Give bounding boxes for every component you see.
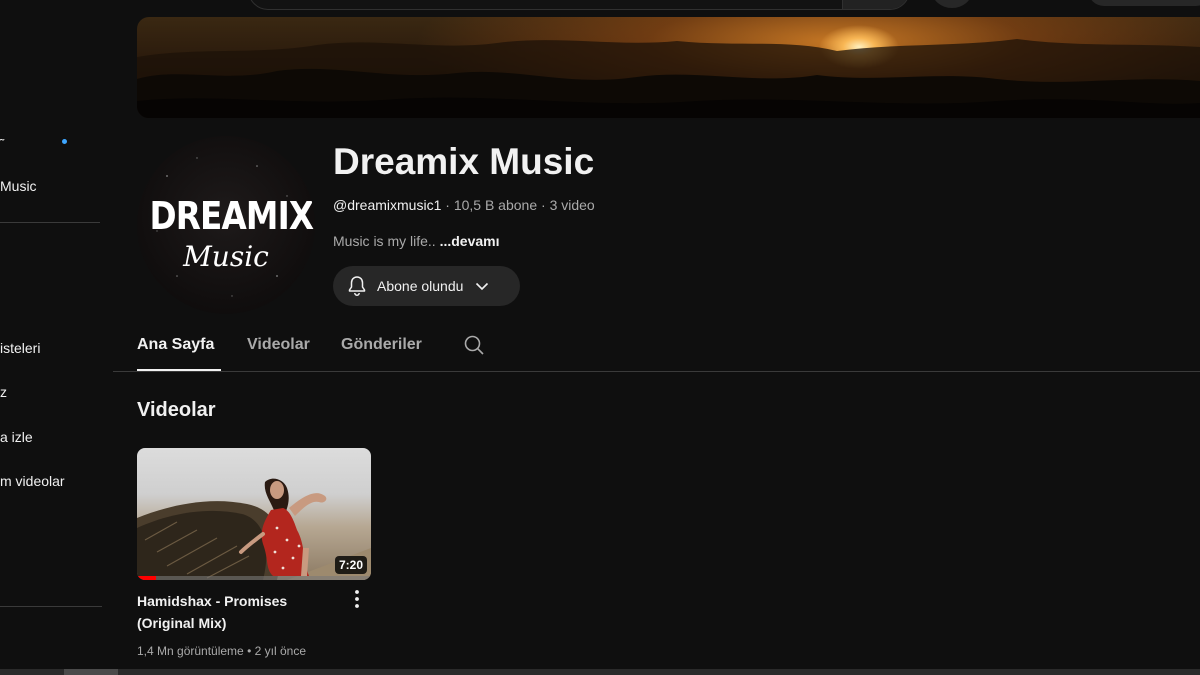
video-thumbnail[interactable]: 7:20 — [137, 448, 371, 580]
sidebar-item-music[interactable]: Music — [0, 178, 37, 194]
view-count: 1,4 Mn görüntüleme — [137, 644, 244, 658]
video-title-line: (Original Mix) — [137, 615, 227, 631]
watch-progress — [137, 576, 371, 580]
sidebar-item-watch-later[interactable]: a izle — [0, 429, 33, 445]
new-content-dot — [62, 139, 67, 144]
horizontal-scrollbar[interactable] — [0, 669, 1200, 675]
scrollbar-thumb[interactable] — [64, 669, 118, 675]
tabs-divider — [113, 371, 1200, 372]
description-text: Music is my life.. — [333, 233, 436, 249]
search-bar[interactable] — [248, 0, 910, 10]
subscribe-label: Abone olundu — [377, 278, 464, 294]
sidebar-item-your-videos[interactable]: z — [0, 384, 7, 400]
sidebar-item-partial[interactable]: ˜ — [0, 136, 4, 151]
video-duration: 7:20 — [334, 556, 367, 574]
channel-avatar[interactable]: DREAMIX Music — [137, 136, 315, 314]
subscriber-count: 10,5 B abone — [453, 197, 538, 213]
channel-banner — [137, 17, 1200, 118]
tab-videos[interactable]: Videolar — [247, 336, 310, 354]
video-count: 3 video — [549, 197, 595, 213]
more-link[interactable]: ...devamı — [440, 233, 500, 249]
subscribed-button[interactable]: Abone olundu — [333, 266, 520, 306]
avatar-logo-text: DREAMIX — [149, 194, 314, 238]
sidebar-item-liked-videos[interactable]: m videolar — [0, 473, 65, 489]
channel-handle[interactable]: @dreamixmusic1 — [333, 197, 441, 213]
mic-button[interactable] — [932, 0, 972, 8]
watch-progress-fill — [137, 576, 156, 580]
account-pill[interactable] — [1088, 0, 1200, 6]
video-title-line: Hamidshax - Promises — [137, 593, 288, 609]
channel-meta: @dreamixmusic1 · 10,5 B abone · 3 video — [333, 197, 595, 213]
tab-home[interactable]: Ana Sayfa — [137, 336, 214, 354]
chevron-down-icon — [476, 282, 489, 291]
tab-posts[interactable]: Gönderiler — [341, 336, 422, 354]
video-title[interactable]: Hamidshax - Promises (Original Mix) — [137, 590, 337, 634]
search-icon[interactable] — [463, 334, 485, 356]
avatar-logo-script: Music — [183, 240, 269, 273]
search-button[interactable] — [842, 0, 909, 9]
sidebar-divider — [0, 606, 102, 607]
channel-description[interactable]: Music is my life.. ...devamı — [333, 233, 500, 249]
bell-icon — [348, 276, 366, 296]
sidebar-item-playlists[interactable]: isteleri — [0, 340, 40, 356]
channel-name: Dreamix Music — [333, 141, 595, 182]
upload-age: 2 yıl önce — [254, 644, 306, 658]
more-vert-icon[interactable] — [346, 588, 368, 610]
video-meta: 1,4 Mn görüntüleme • 2 yıl önce — [137, 644, 306, 658]
sidebar-divider — [0, 222, 100, 223]
section-title: Videolar — [137, 399, 216, 421]
